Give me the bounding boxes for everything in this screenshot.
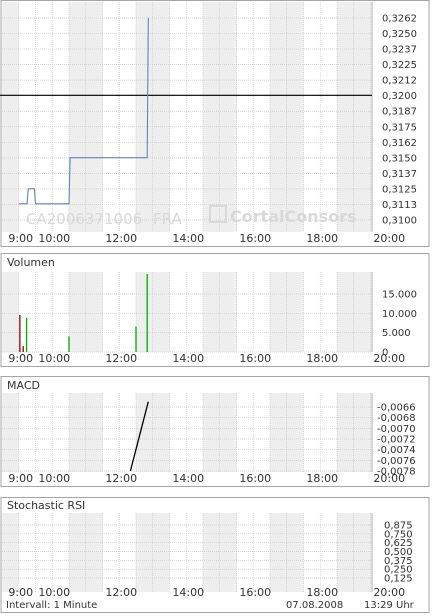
y-tick-label: 0,3262 bbox=[382, 14, 417, 25]
x-tick-label: 14:00 bbox=[172, 586, 204, 599]
x-tick-label: 9:00 bbox=[8, 352, 33, 365]
x-tick-label: 10:00 bbox=[38, 352, 70, 365]
y-tick-label: 0,3200 bbox=[382, 91, 417, 102]
y-tick-label: 0,3250 bbox=[382, 29, 417, 40]
y-tick-label: 0,3150 bbox=[382, 153, 417, 164]
x-tick-label: 12:00 bbox=[105, 352, 137, 365]
x-tick-label: 16:00 bbox=[239, 586, 271, 599]
x-tick-label: 18:00 bbox=[306, 586, 338, 599]
x-tick-label: 16:00 bbox=[239, 472, 271, 485]
y-tick-label: 0,125 bbox=[384, 574, 413, 585]
x-tick-label: 20:00 bbox=[373, 472, 405, 485]
y-tick-label: 0,3237 bbox=[382, 45, 417, 56]
y-tick-label: 0,3113 bbox=[382, 200, 417, 211]
y-tick-label: 0,3162 bbox=[382, 138, 417, 149]
y-tick-label: -0,0068 bbox=[377, 413, 416, 424]
x-tick-label: 20:00 bbox=[373, 352, 405, 365]
panel-title: Volumen bbox=[7, 256, 55, 269]
x-tick-label: 12:00 bbox=[105, 586, 137, 599]
x-tick-label: 18:00 bbox=[306, 352, 338, 365]
y-tick-label: 15.000 bbox=[382, 290, 417, 301]
chart-panel-4: 0,8750,7500,6250,5000,3750,2500,1259:00 1… bbox=[0, 497, 430, 613]
x-tick-label: 14:00 bbox=[172, 352, 204, 365]
x-tick-label: 9:00 bbox=[8, 472, 33, 485]
watermark-isin: CA2006371006 bbox=[26, 210, 142, 228]
panels-layer: 0,3262 0,3250 0,3237 0,3225 0,3212 0,3200 0,31… bbox=[0, 0, 430, 613]
x-tick-label: 20:00 bbox=[373, 586, 405, 599]
chart-panel-1: 0,3262 0,3250 0,3237 0,3225 0,3212 0,3200 0,31… bbox=[0, 0, 430, 247]
time-shade-band bbox=[2, 2, 19, 232]
x-tick-label: 10:00 bbox=[38, 232, 70, 245]
panel-title: MACD bbox=[7, 379, 40, 392]
watermark-exchange: FRA bbox=[153, 210, 182, 228]
footer-interval: Intervall: 1 Minute bbox=[6, 600, 97, 611]
watermark-brand: CortalConsors bbox=[230, 207, 357, 226]
x-tick-label: 16:00 bbox=[239, 232, 271, 245]
x-tick-label: 18:00 bbox=[306, 472, 338, 485]
x-tick-label: 14:00 bbox=[172, 232, 204, 245]
footer-time: 13:29 Uhr bbox=[364, 600, 415, 611]
time-shade-band bbox=[2, 272, 19, 352]
footer-date: 07.08.2008 bbox=[286, 600, 343, 611]
y-tick-label: -0,0072 bbox=[377, 435, 416, 446]
x-tick-label: 10:00 bbox=[38, 586, 70, 599]
chart-canvas: 0,3262 0,3250 0,3237 0,3225 0,3212 0,3200 0,31… bbox=[0, 0, 430, 613]
chart-panel-3: -0,0066-0,0068-0,0070-0,0072-0,0074-0,00… bbox=[0, 376, 430, 487]
y-tick-label: -0,0076 bbox=[377, 456, 416, 467]
y-tick-label: 0,3187 bbox=[382, 107, 417, 118]
y-tick-label: 0,3212 bbox=[382, 76, 417, 87]
x-tick-label: 9:00 bbox=[8, 586, 33, 599]
x-tick-label: 12:00 bbox=[105, 232, 137, 245]
x-tick-label: 14:00 bbox=[172, 472, 204, 485]
x-tick-label: 10:00 bbox=[38, 472, 70, 485]
y-tick-label: 0,3137 bbox=[382, 169, 417, 180]
y-tick-label: 5.000 bbox=[382, 328, 411, 339]
x-tick-label: 9:00 bbox=[8, 232, 33, 245]
x-tick-label: 12:00 bbox=[105, 472, 137, 485]
panel-title: Stochastic RSI bbox=[7, 499, 85, 512]
y-tick-label: -0,0070 bbox=[377, 424, 416, 435]
y-tick-label: 0,3125 bbox=[382, 184, 417, 195]
y-tick-label: 0,3175 bbox=[382, 122, 417, 133]
x-tick-label: 16:00 bbox=[239, 352, 271, 365]
chart-panel-2: 15.00010.0005.00009:00 10:00 12:00 14:00 16:… bbox=[0, 253, 430, 367]
y-tick-label: -0,0074 bbox=[377, 445, 416, 456]
y-tick-label: 10.000 bbox=[382, 309, 417, 320]
x-tick-label: 20:00 bbox=[373, 232, 405, 245]
x-tick-label: 18:00 bbox=[306, 232, 338, 245]
y-tick-label: 0,3225 bbox=[382, 60, 417, 71]
y-tick-label: 0,3100 bbox=[382, 216, 417, 227]
y-tick-label: -0,0066 bbox=[377, 403, 416, 414]
